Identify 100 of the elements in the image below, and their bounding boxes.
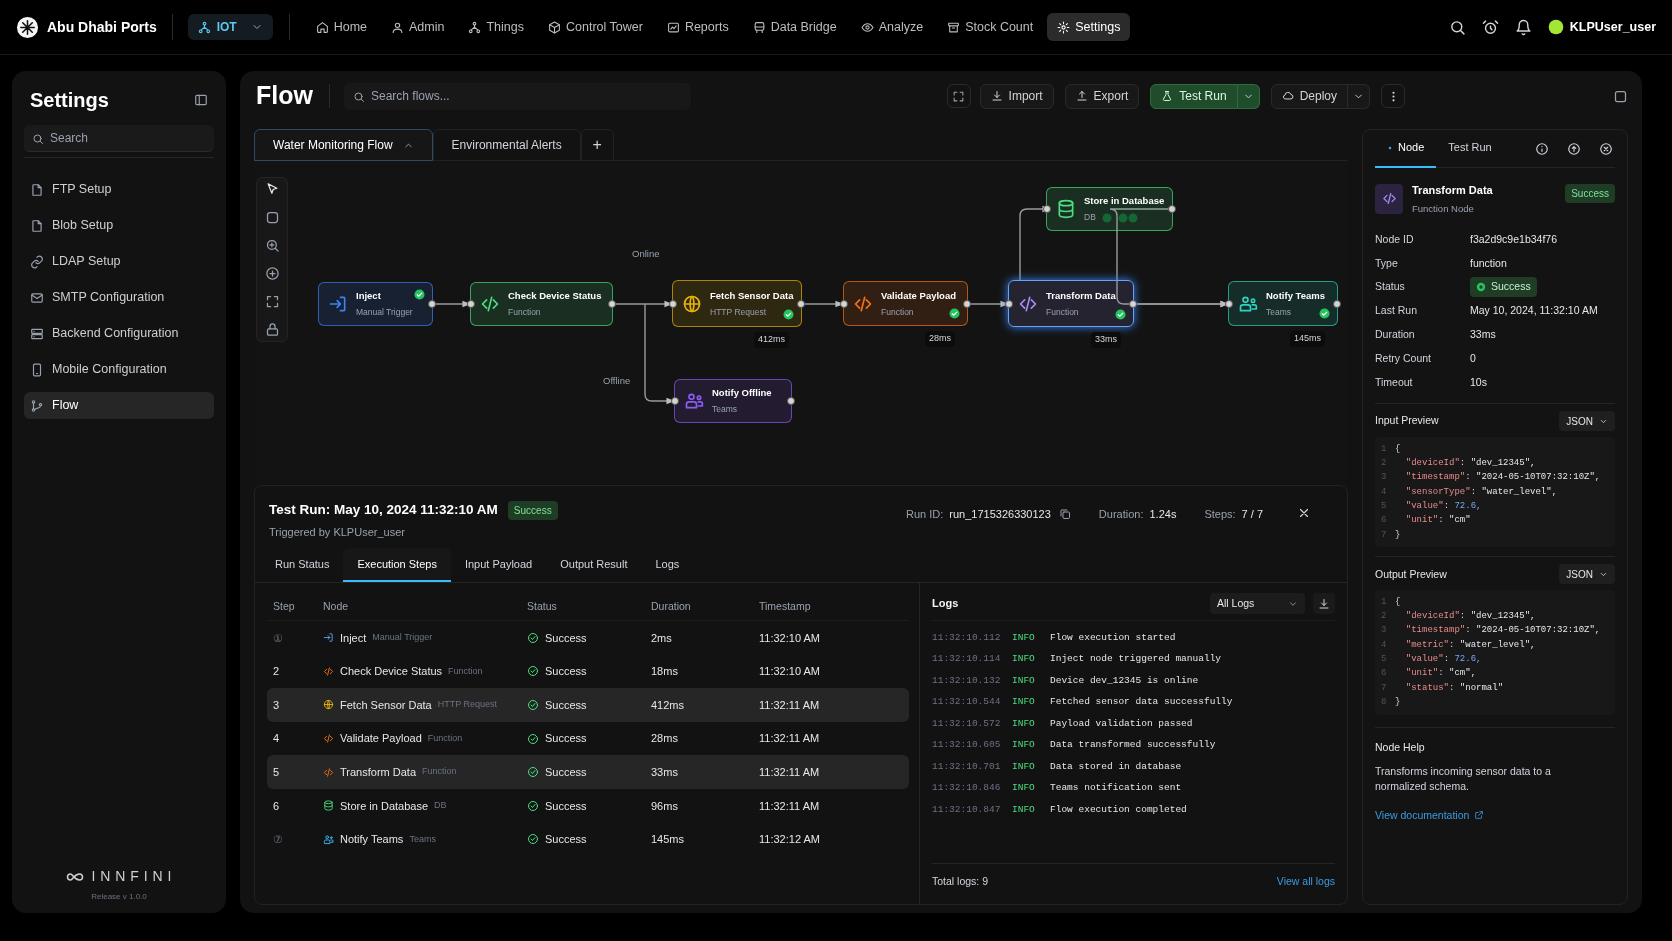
status-text: Success: [545, 697, 587, 713]
log-message: Inject node triggered manually: [1050, 652, 1222, 667]
lock-icon[interactable]: [264, 322, 280, 337]
release-version: Release v 1.0.0: [90, 891, 148, 903]
sidebar-item[interactable]: Backend Configuration: [24, 320, 214, 347]
search-field[interactable]: Search flows...: [344, 82, 691, 110]
flow-node[interactable]: Notify Teams Teams: [1228, 281, 1338, 326]
format-dropdown[interactable]: JSON: [1559, 564, 1615, 585]
home-icon: [315, 20, 329, 34]
search-icon[interactable]: [1448, 18, 1466, 36]
nav-tab[interactable]: Stock Count: [937, 13, 1044, 41]
tab[interactable]: Input Payload: [450, 548, 547, 582]
upload-icon[interactable]: [1567, 141, 1581, 156]
logs-title: Logs: [932, 596, 959, 612]
nav-tab[interactable]: Reports: [656, 13, 739, 41]
sidebar-toggle-icon[interactable]: [194, 93, 208, 107]
nav-tab[interactable]: Things: [458, 13, 534, 41]
code-line: "value": 72.6,: [1404, 653, 1482, 666]
alarm-clock-icon[interactable]: [1481, 18, 1499, 36]
nav-tab[interactable]: Settings: [1047, 13, 1131, 41]
node-title: Check Device Status: [508, 289, 602, 303]
log-filter-dropdown[interactable]: All Logs: [1210, 593, 1305, 614]
sidebar-item[interactable]: Blob Setup: [24, 212, 214, 239]
code-line: "value": 72.6,: [1404, 499, 1482, 513]
workspace-dropdown[interactable]: IOT: [187, 14, 273, 40]
close-icon[interactable]: [1297, 506, 1311, 520]
node-title: Transform Data: [1412, 183, 1494, 198]
node-name: Inject: [340, 630, 367, 646]
info-icon[interactable]: [1535, 141, 1549, 156]
format-dropdown[interactable]: JSON: [1559, 411, 1615, 432]
user-menu[interactable]: KLPUser_user: [1547, 17, 1656, 37]
property-label: Retry Count: [1375, 350, 1433, 366]
code-line: "status": "normal": [1404, 681, 1504, 695]
nav-tab[interactable]: Data Bridge: [742, 13, 847, 41]
sidebar-item[interactable]: SMTP Configuration: [24, 284, 214, 311]
flow-node[interactable]: Inject Manual Trigger: [318, 282, 433, 326]
documentation-link[interactable]: View documentation: [1375, 807, 1485, 824]
tab[interactable]: Test Run: [1436, 129, 1504, 168]
view-all-logs-link[interactable]: View all logs: [1276, 874, 1335, 890]
code-icon: [323, 766, 334, 778]
sidebar-item[interactable]: LDAP Setup: [24, 248, 214, 275]
tab[interactable]: Output Result: [546, 548, 642, 582]
action-button[interactable]: Export: [1064, 83, 1140, 109]
close-icon[interactable]: [1599, 141, 1613, 156]
action-button[interactable]: Deploy: [1270, 83, 1348, 109]
status-text: Success: [545, 832, 587, 848]
nav-tab[interactable]: Home: [305, 13, 377, 41]
plus-circle-icon[interactable]: [264, 266, 280, 281]
sidebar-item[interactable]: Flow: [24, 392, 214, 419]
copy-icon[interactable]: [1058, 508, 1071, 521]
node-type: Manual Trigger: [356, 306, 413, 319]
flow-node[interactable]: Fetch Sensor Data HTTP Request: [672, 280, 802, 327]
zoom-in-icon[interactable]: [264, 238, 280, 253]
cube-icon: [548, 20, 561, 34]
flow-node[interactable]: Validate Payload Function: [843, 281, 968, 326]
timestamp-text: 11:32:11 AM: [759, 764, 821, 780]
action-button[interactable]: Test Run: [1150, 83, 1238, 109]
flow-node[interactable]: Check Device Status Function: [470, 282, 613, 326]
table-row[interactable]: 5 Transform Data Function Success 33ms 11:32:11 AM: [267, 755, 909, 789]
nodes-icon: [197, 20, 211, 34]
node-name: Notify Teams: [340, 832, 404, 848]
sidebar-item[interactable]: FTP Setup: [24, 176, 214, 203]
table-row[interactable]: 3 Fetch Sensor Data HTTP Request Success 412ms 11:32:11 AM: [267, 688, 909, 722]
logo-wordmark: INNFINI: [91, 867, 177, 886]
fullscreen-button[interactable]: [946, 84, 971, 108]
step-number: 2: [272, 664, 281, 680]
flow-node[interactable]: Notify Offline Teams: [674, 379, 792, 423]
sidebar-item[interactable]: Mobile Configuration: [24, 356, 214, 383]
nav-tab[interactable]: Control Tower: [538, 13, 653, 41]
panel-icon[interactable]: [1613, 88, 1628, 104]
nav-tab[interactable]: Analyze: [850, 13, 934, 41]
dropdown-toggle[interactable]: [1348, 83, 1370, 109]
nav-tab[interactable]: Admin: [381, 13, 455, 41]
tab[interactable]: Execution Steps: [343, 548, 451, 582]
property-value: function: [1470, 255, 1507, 271]
stat-value: run_1715326330123: [949, 507, 1051, 522]
tab[interactable]: Logs: [641, 548, 694, 582]
tab[interactable]: Run Status: [261, 548, 344, 582]
fit-view-icon[interactable]: [264, 294, 280, 309]
flow-tab[interactable]: Water Monitoring Flow: [254, 129, 433, 161]
column-header: Duration: [651, 598, 692, 614]
node-type: Function: [1046, 305, 1079, 319]
cloud-icon: [1281, 90, 1294, 102]
tab[interactable]: Node: [1375, 129, 1437, 168]
download-button[interactable]: [1313, 593, 1335, 614]
flow-node[interactable]: Store in Database DB: [1046, 187, 1173, 231]
search-field[interactable]: Search: [24, 125, 214, 152]
step-number: 5: [272, 764, 281, 780]
step-number: 4: [272, 731, 281, 747]
flow-node[interactable]: Transform Data Function: [1008, 280, 1134, 327]
section-title: Input Preview: [1375, 413, 1439, 429]
action-button[interactable]: Import: [979, 83, 1054, 109]
square-icon[interactable]: [264, 210, 280, 225]
dropdown-toggle[interactable]: [1237, 83, 1260, 109]
more-button[interactable]: [1381, 84, 1405, 108]
notification-bell-icon[interactable]: [1514, 18, 1532, 36]
flow-tab[interactable]: Environmental Alerts: [432, 129, 581, 161]
box-icon: [947, 20, 961, 34]
log-message: Payload validation passed: [1050, 716, 1193, 731]
status-text: Success: [545, 764, 587, 780]
